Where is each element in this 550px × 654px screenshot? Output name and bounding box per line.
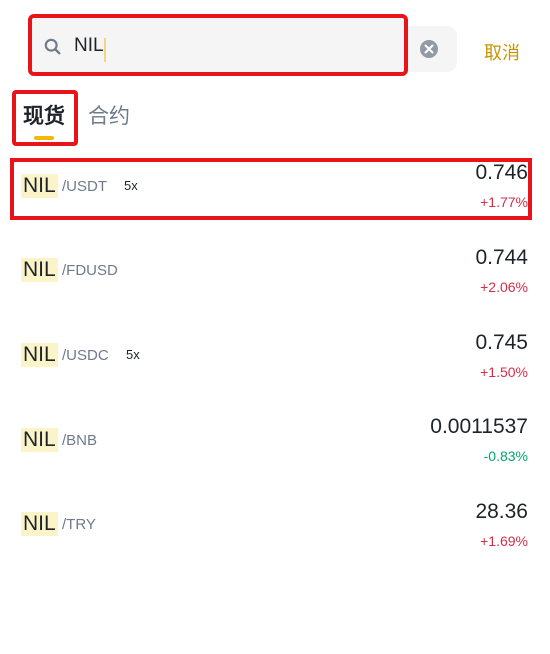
pair-row-nil-bnb[interactable]: NIL /BNB 0.0011537 -0.83% <box>0 414 550 474</box>
pair-change: +1.77% <box>480 194 528 210</box>
clear-search-icon[interactable] <box>419 39 439 59</box>
text-caret <box>104 38 106 62</box>
tab-active-indicator <box>34 136 54 140</box>
search-icon <box>44 38 61 55</box>
pair-quote: /USDC <box>62 347 109 364</box>
pair-price: 0.746 <box>475 161 528 184</box>
search-input[interactable] <box>74 32 374 60</box>
pair-row-nil-try[interactable]: NIL /TRY 28.36 +1.69% <box>0 499 550 559</box>
search-bar[interactable] <box>28 14 408 76</box>
pair-price: 0.0011537 <box>430 415 528 438</box>
pair-price: 0.745 <box>475 331 528 354</box>
pair-base: NIL <box>21 512 58 536</box>
leverage-badge: 5x <box>124 178 138 193</box>
pair-quote: /FDUSD <box>62 262 118 279</box>
pair-change: +1.50% <box>480 364 528 380</box>
pair-base: NIL <box>21 174 58 198</box>
pair-base: NIL <box>21 428 58 452</box>
pair-quote: /BNB <box>62 432 98 449</box>
pair-price: 0.744 <box>475 246 528 269</box>
pair-change: -0.83% <box>483 448 528 464</box>
tab-spot[interactable]: 现货 <box>23 100 65 130</box>
pair-quote: /TRY <box>62 516 96 533</box>
pair-base: NIL <box>21 258 58 282</box>
leverage-badge: 5x <box>126 347 140 362</box>
pair-quote: /USDT <box>62 178 107 195</box>
pair-row-nil-usdc[interactable]: NIL /USDC 5x 0.745 +1.50% <box>0 330 550 390</box>
pair-change: +2.06% <box>480 279 528 295</box>
pair-base: NIL <box>21 343 58 367</box>
pair-price: 28.36 <box>475 500 528 523</box>
pair-row-nil-usdt[interactable]: NIL /USDT 5x 0.746 +1.77% <box>0 160 550 220</box>
tab-futures[interactable]: 合约 <box>88 100 130 130</box>
cancel-button[interactable]: 取消 <box>484 39 520 65</box>
pair-change: +1.69% <box>480 533 528 549</box>
pair-row-nil-fdusd[interactable]: NIL /FDUSD 0.744 +2.06% <box>0 245 550 305</box>
